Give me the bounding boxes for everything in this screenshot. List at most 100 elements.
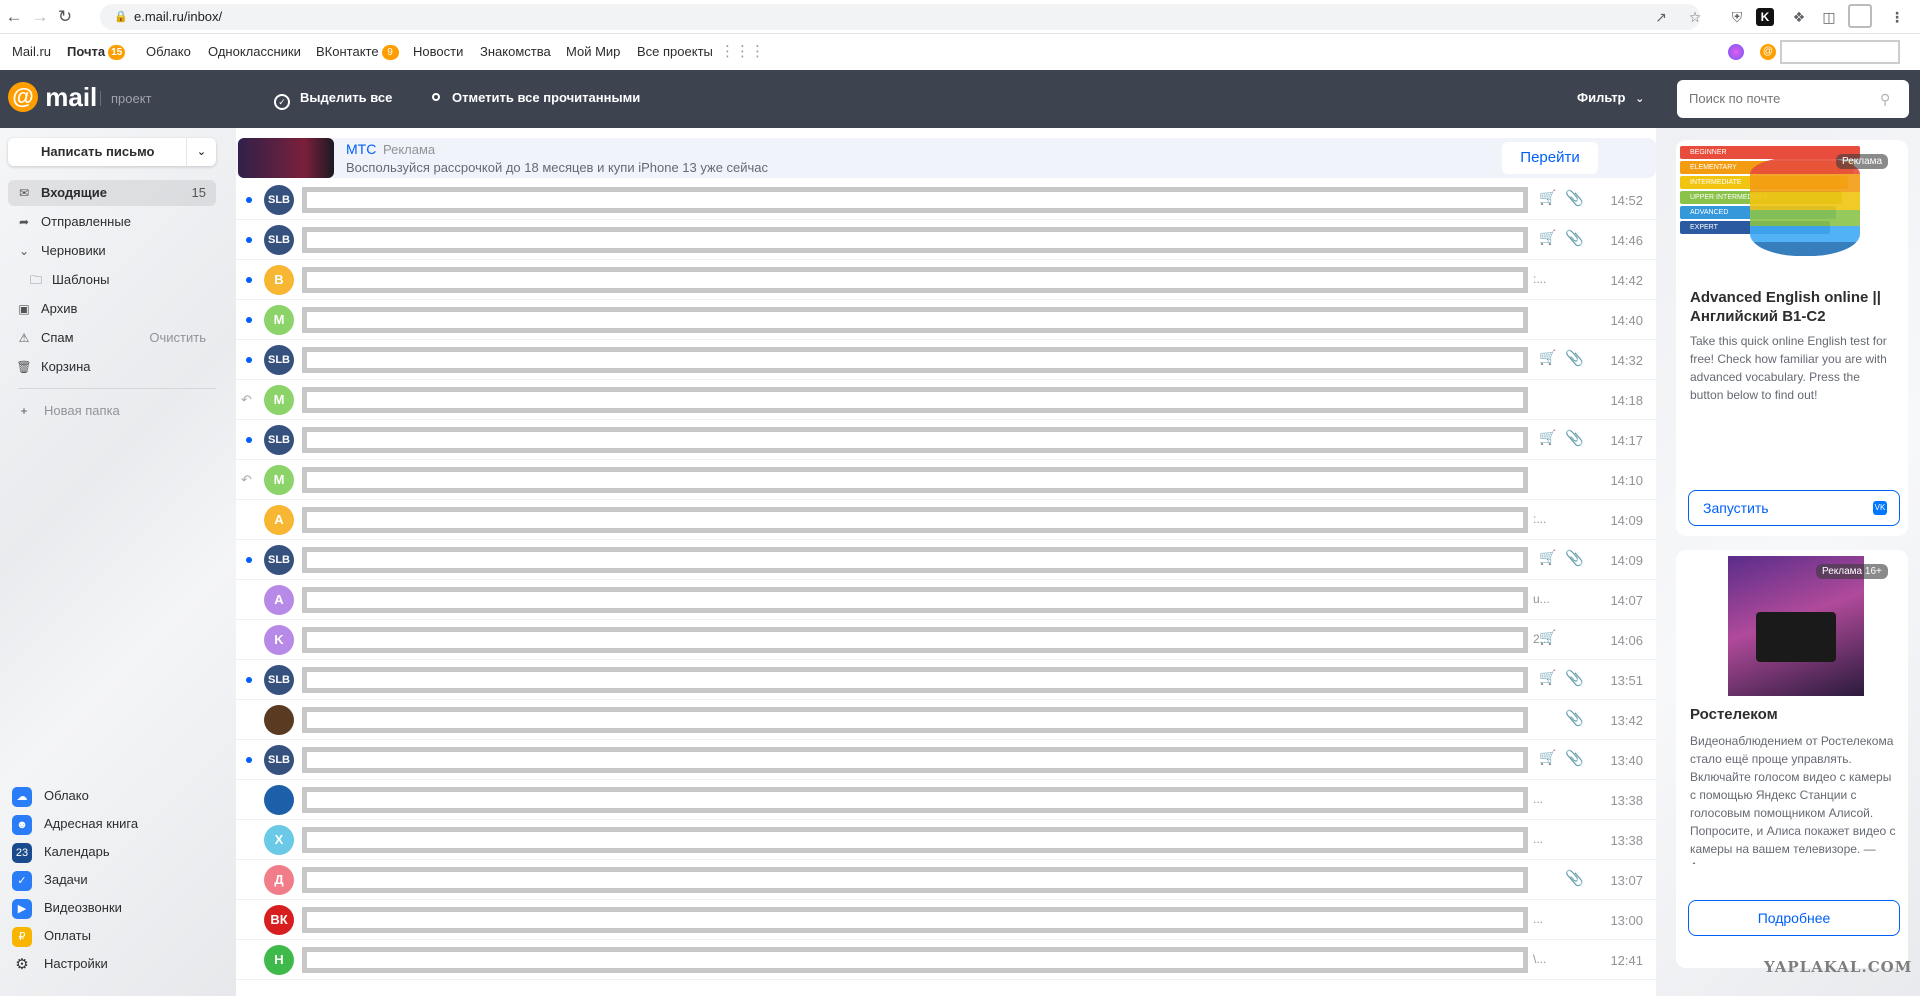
clear-spam-link[interactable]: Очистить (149, 325, 206, 351)
redacted-subject[interactable] (302, 187, 1528, 213)
message-row[interactable]: ВК... 13:00 (236, 900, 1656, 940)
user-avatar-icon[interactable]: @ (1760, 44, 1776, 60)
unread-dot-icon[interactable] (246, 197, 252, 203)
mail-logo[interactable]: @ mail (8, 82, 97, 112)
portal-link-cloud[interactable]: Облако (146, 44, 191, 59)
folder-trash[interactable]: 🗑 Корзина (8, 354, 216, 380)
address-bar[interactable]: 🔒 e.mail.ru/inbox/ (100, 4, 1700, 30)
portal-link-mailru[interactable]: Mail.ru (12, 44, 51, 59)
portal-link-all-projects[interactable]: Все проекты (637, 44, 713, 59)
unread-dot-icon[interactable] (246, 757, 252, 763)
sender-avatar[interactable]: M (264, 385, 294, 415)
sender-avatar[interactable] (264, 705, 294, 735)
message-row[interactable]: SLB 🛒 📎 13:40 (236, 740, 1656, 780)
message-row[interactable]: X... 13:38 (236, 820, 1656, 860)
mark-all-read-button[interactable]: Отметить все прочитанными (432, 90, 640, 105)
folder-sent[interactable]: ➦ Отправленные (8, 209, 216, 235)
sender-avatar[interactable]: M (264, 465, 294, 495)
message-row[interactable]: M 14:40 (236, 300, 1656, 340)
reload-icon[interactable]: ↻ (53, 5, 77, 29)
message-row[interactable]: ↶ M 14:10 (236, 460, 1656, 500)
unread-dot-icon[interactable] (246, 317, 252, 323)
portal-link-dating[interactable]: Знакомства (480, 44, 551, 59)
sender-avatar[interactable]: SLB (264, 745, 294, 775)
unread-dot-icon[interactable] (246, 557, 252, 563)
redacted-subject[interactable] (302, 347, 1528, 373)
message-row[interactable]: Au... 14:07 (236, 580, 1656, 620)
folder-drafts[interactable]: ⌄ Черновики (8, 238, 216, 264)
ad-go-button[interactable]: Перейти (1502, 142, 1598, 174)
redacted-subject[interactable] (302, 467, 1528, 493)
assistant-icon[interactable] (1728, 44, 1744, 60)
extensions-puzzle-icon[interactable]: ❖ (1788, 6, 1810, 28)
attachment-clip-icon[interactable]: 📎 (1565, 669, 1584, 687)
message-row[interactable]: ... 13:38 (236, 780, 1656, 820)
sender-avatar[interactable]: ВК (264, 905, 294, 935)
compose-button[interactable]: Написать письмо ⌄ (8, 138, 216, 166)
apps-grid-icon[interactable]: ⋮⋮⋮ (720, 42, 765, 60)
chevron-down-icon[interactable]: ⌄ (186, 138, 216, 166)
portal-link-vk[interactable]: ВКонтакте 9 (316, 44, 399, 60)
search-input[interactable] (1677, 80, 1909, 118)
unread-dot-icon[interactable] (246, 437, 252, 443)
service-tasks[interactable]: ✓ Задачи (12, 869, 88, 891)
portal-link-news[interactable]: Новости (413, 44, 463, 59)
redacted-subject[interactable] (302, 827, 1528, 853)
message-row[interactable]: K 2... 🛒 14:06 (236, 620, 1656, 660)
service-settings[interactable]: ⚙ Настройки (12, 953, 107, 975)
back-icon[interactable]: ← (2, 5, 26, 29)
redacted-subject[interactable] (302, 427, 1528, 453)
folder-spam[interactable]: ⚠ Спам Очистить (8, 325, 216, 351)
attachment-clip-icon[interactable]: 📎 (1565, 709, 1584, 727)
sender-avatar[interactable]: M (264, 305, 294, 335)
ad-card-english[interactable]: BEGINNER ELEMENTARY INTERMEDIATE UPPER INTE… (1676, 140, 1908, 536)
k-extension-icon[interactable]: K (1756, 8, 1774, 26)
redacted-subject[interactable] (302, 707, 1528, 733)
message-row[interactable]: SLB 🛒 📎 14:32 (236, 340, 1656, 380)
redacted-subject[interactable] (302, 227, 1528, 253)
unread-dot-icon[interactable] (246, 677, 252, 683)
sender-avatar[interactable]: Н (264, 945, 294, 975)
attachment-clip-icon[interactable]: 📎 (1565, 429, 1584, 447)
message-row[interactable]: SLB 🛒 📎 14:46 (236, 220, 1656, 260)
redacted-subject[interactable] (302, 547, 1528, 573)
profile-avatar[interactable] (1848, 4, 1872, 28)
message-row[interactable]: SLB 🛒 📎 14:52 (236, 180, 1656, 220)
redacted-subject[interactable] (302, 507, 1528, 533)
redacted-subject[interactable] (302, 947, 1528, 973)
sender-avatar[interactable] (264, 785, 294, 815)
portal-link-myworld[interactable]: Мой Мир (566, 44, 620, 59)
message-row[interactable]: A:... 14:09 (236, 500, 1656, 540)
redacted-subject[interactable] (302, 627, 1528, 653)
attachment-clip-icon[interactable]: 📎 (1565, 229, 1584, 247)
service-calendar[interactable]: 23 Календарь (12, 841, 110, 863)
sender-avatar[interactable]: SLB (264, 545, 294, 575)
redacted-subject[interactable] (302, 867, 1528, 893)
sender-avatar[interactable]: B (264, 265, 294, 295)
select-all-button[interactable]: ✓ Выделить все (274, 90, 392, 110)
redacted-subject[interactable] (302, 787, 1528, 813)
redacted-subject[interactable] (302, 387, 1528, 413)
unread-dot-icon[interactable] (246, 277, 252, 283)
redacted-subject[interactable] (302, 587, 1528, 613)
new-folder-button[interactable]: + Новая папка (8, 398, 216, 424)
redacted-subject[interactable] (302, 667, 1528, 693)
unread-dot-icon[interactable] (246, 357, 252, 363)
sender-avatar[interactable]: A (264, 585, 294, 615)
unread-dot-icon[interactable] (246, 237, 252, 243)
redacted-subject[interactable] (302, 747, 1528, 773)
redacted-subject[interactable] (302, 907, 1528, 933)
launch-button[interactable]: Запустить VK (1688, 490, 1900, 526)
message-row[interactable]: SLB 🛒 📎 13:51 (236, 660, 1656, 700)
attachment-clip-icon[interactable]: 📎 (1565, 189, 1584, 207)
ad-banner-row[interactable]: МТС Реклама Воспользуйся рассрочкой до 1… (236, 138, 1656, 178)
service-contacts[interactable]: ☻ Адресная книга (12, 813, 138, 835)
message-row[interactable]: B:... 14:42 (236, 260, 1656, 300)
details-button[interactable]: Подробнее (1688, 900, 1900, 936)
redacted-subject[interactable] (302, 307, 1528, 333)
message-row[interactable]: SLB 🛒 📎 14:09 (236, 540, 1656, 580)
browser-menu-icon[interactable]: ⋮ (1886, 6, 1908, 28)
attachment-clip-icon[interactable]: 📎 (1565, 749, 1584, 767)
sender-avatar[interactable]: SLB (264, 185, 294, 215)
message-row[interactable]: 📎 13:42 (236, 700, 1656, 740)
